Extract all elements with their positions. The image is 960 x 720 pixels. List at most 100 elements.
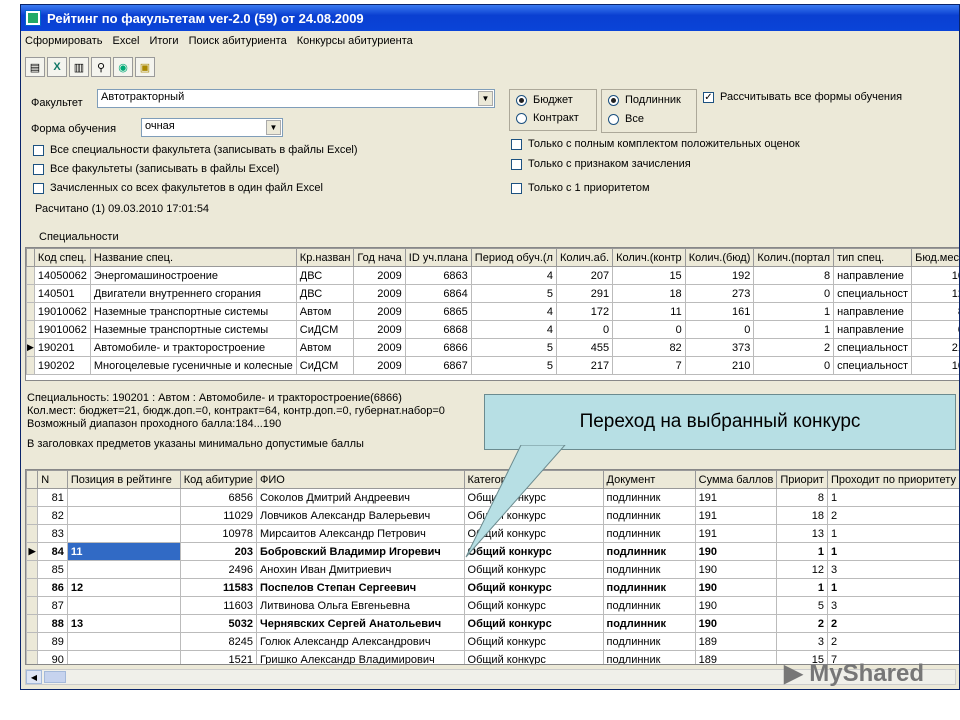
- chk-full-set[interactable]: Только с полным комплектом положительных…: [511, 138, 800, 150]
- spec-cell[interactable]: 0: [684, 320, 755, 339]
- applicant-cell[interactable]: 81: [37, 488, 68, 507]
- applicant-cell[interactable]: Голюк Александр Александрович: [255, 632, 465, 651]
- spec-cell[interactable]: 4: [470, 302, 557, 321]
- spec-cell[interactable]: 6867: [404, 356, 472, 375]
- menu-form[interactable]: Сформировать: [25, 35, 103, 47]
- spec-cell[interactable]: 2009: [353, 320, 406, 339]
- radio[interactable]: [608, 113, 619, 125]
- applicant-cell[interactable]: Поспелов Степан Сергеевич: [255, 578, 465, 597]
- applicant-cell[interactable]: Мирсаитов Александр Петрович: [255, 524, 465, 543]
- scroll-thumb[interactable]: [44, 671, 66, 683]
- spec-col-header[interactable]: Название спец.: [89, 248, 297, 267]
- applicant-col-header[interactable]: Позиция в рейтинге: [66, 470, 181, 489]
- applicant-cell[interactable]: 191: [694, 506, 778, 525]
- applicant-cell[interactable]: Чернявских Сергей Анатольевич: [255, 614, 465, 633]
- spec-cell[interactable]: Двигатели внутреннего сгорания: [89, 284, 297, 303]
- spec-cell[interactable]: 2009: [353, 266, 406, 285]
- spec-cell[interactable]: 5: [470, 338, 557, 357]
- applicant-cell[interactable]: 1: [776, 542, 828, 561]
- chevron-down-icon[interactable]: ▼: [478, 91, 493, 106]
- spec-col-header[interactable]: Год нача: [353, 248, 406, 267]
- applicant-cell[interactable]: 82: [37, 506, 68, 525]
- applicant-cell[interactable]: 191: [694, 524, 778, 543]
- applicant-col-header[interactable]: Код абитурие: [179, 470, 257, 489]
- applicant-cell[interactable]: [66, 506, 181, 525]
- search-icon[interactable]: ⚲: [91, 57, 111, 77]
- spec-cell[interactable]: 1: [753, 320, 835, 339]
- spec-cell[interactable]: ДВС: [295, 284, 355, 303]
- spec-cell[interactable]: 0: [612, 320, 686, 339]
- doc-icon[interactable]: ▥: [69, 57, 89, 77]
- spec-cell[interactable]: 6868: [404, 320, 472, 339]
- applicant-cell[interactable]: 190: [694, 542, 778, 561]
- applicant-cell[interactable]: 8: [776, 488, 828, 507]
- spec-cell[interactable]: 4: [470, 266, 557, 285]
- spec-cell[interactable]: 291: [555, 284, 614, 303]
- spec-cell[interactable]: 273: [684, 284, 755, 303]
- applicant-row[interactable]: 86 12 11583 Поспелов Степан Сергеевич Общий …: [26, 578, 959, 597]
- radio-budget[interactable]: Бюджет: [516, 94, 573, 106]
- spec-cell[interactable]: 10: [911, 356, 959, 375]
- spec-cell[interactable]: 19010062: [33, 302, 91, 321]
- applicant-cell[interactable]: 3: [826, 596, 959, 615]
- spec-cell[interactable]: 161: [684, 302, 755, 321]
- chk-priority[interactable]: Только с 1 приоритетом: [511, 182, 650, 194]
- applicant-cell[interactable]: 190: [694, 596, 778, 615]
- spec-row[interactable]: 19010062 Наземные транспортные системы СиД…: [26, 320, 959, 339]
- spec-cell[interactable]: направление: [833, 320, 913, 339]
- applicant-cell[interactable]: 12: [776, 560, 828, 579]
- spec-cell[interactable]: 1: [753, 302, 835, 321]
- spec-cell[interactable]: 82: [612, 338, 686, 357]
- applicant-cell[interactable]: 2496: [179, 560, 257, 579]
- spec-cell[interactable]: 190202: [33, 356, 91, 375]
- find-icon[interactable]: ◉: [113, 57, 133, 77]
- spec-cell[interactable]: 2009: [353, 302, 406, 321]
- spec-cell[interactable]: 0: [555, 320, 614, 339]
- spec-cell[interactable]: 2009: [353, 338, 406, 357]
- scroll-left-icon[interactable]: ◀: [26, 670, 42, 684]
- applicant-cell[interactable]: 1: [826, 578, 959, 597]
- spec-cell[interactable]: 6864: [404, 284, 472, 303]
- applicant-row[interactable]: 87 11603 Литвинова Ольга Евгеньевна Общий к…: [26, 596, 959, 615]
- applicant-cell[interactable]: 18: [776, 506, 828, 525]
- applicant-cell[interactable]: [66, 560, 181, 579]
- applicant-cell[interactable]: 1: [826, 488, 959, 507]
- applicant-cell[interactable]: Общий конкурс: [463, 560, 604, 579]
- applicant-cell[interactable]: [66, 632, 181, 651]
- applicant-cell[interactable]: Общий конкурс: [463, 632, 604, 651]
- spec-cell[interactable]: Наземные транспортные системы: [89, 302, 297, 321]
- applicant-cell[interactable]: подлинник: [602, 632, 696, 651]
- spec-cell[interactable]: Многоцелевые гусеничные и колесные: [89, 356, 297, 375]
- applicant-cell[interactable]: 1: [826, 524, 959, 543]
- spec-cell[interactable]: СиДСМ: [295, 320, 355, 339]
- applicant-cell[interactable]: 190: [694, 560, 778, 579]
- applicant-row[interactable]: 85 2496 Анохин Иван Дмитриевич Общий конкур…: [26, 560, 959, 579]
- spec-cell[interactable]: Автом: [295, 338, 355, 357]
- applicant-cell[interactable]: Общий конкурс: [463, 578, 604, 597]
- spec-col-header[interactable]: Кр.назван: [295, 248, 355, 267]
- spec-col-header[interactable]: Колич.аб.: [555, 248, 614, 267]
- spec-cell[interactable]: 10: [911, 266, 959, 285]
- applicant-cell[interactable]: 88: [37, 614, 68, 633]
- applicant-cell[interactable]: 6856: [179, 488, 257, 507]
- spec-row[interactable]: 19010062 Наземные транспортные системы Авт…: [26, 302, 959, 321]
- checkbox[interactable]: [33, 182, 44, 194]
- chevron-down-icon[interactable]: ▼: [266, 120, 281, 135]
- spec-cell[interactable]: 6865: [404, 302, 472, 321]
- spec-cell[interactable]: 190201: [33, 338, 91, 357]
- spec-cell[interactable]: 140501: [33, 284, 91, 303]
- spec-col-header[interactable]: Колич.(портал: [753, 248, 835, 267]
- applicant-cell[interactable]: 1: [776, 578, 828, 597]
- spec-row[interactable]: 190202 Многоцелевые гусеничные и колесные…: [26, 356, 959, 375]
- spec-cell[interactable]: 19010062: [33, 320, 91, 339]
- applicant-row[interactable]: 88 13 5032 Чернявских Сергей Анатольевич Общ…: [26, 614, 959, 633]
- spec-cell[interactable]: специальност: [833, 284, 913, 303]
- calc-all-forms[interactable]: ✓ Рассчитывать все формы обучения: [703, 91, 902, 103]
- faculty-select[interactable]: Автотракторный ▼: [97, 89, 495, 108]
- applicant-cell[interactable]: 12: [66, 578, 181, 597]
- applicant-cell[interactable]: 11603: [179, 596, 257, 615]
- checkbox[interactable]: [511, 138, 522, 150]
- applicant-cell[interactable]: 87: [37, 596, 68, 615]
- applicant-cell[interactable]: 5: [776, 596, 828, 615]
- applicant-row[interactable]: 89 8245 Голюк Александр Александрович Общий…: [26, 632, 959, 651]
